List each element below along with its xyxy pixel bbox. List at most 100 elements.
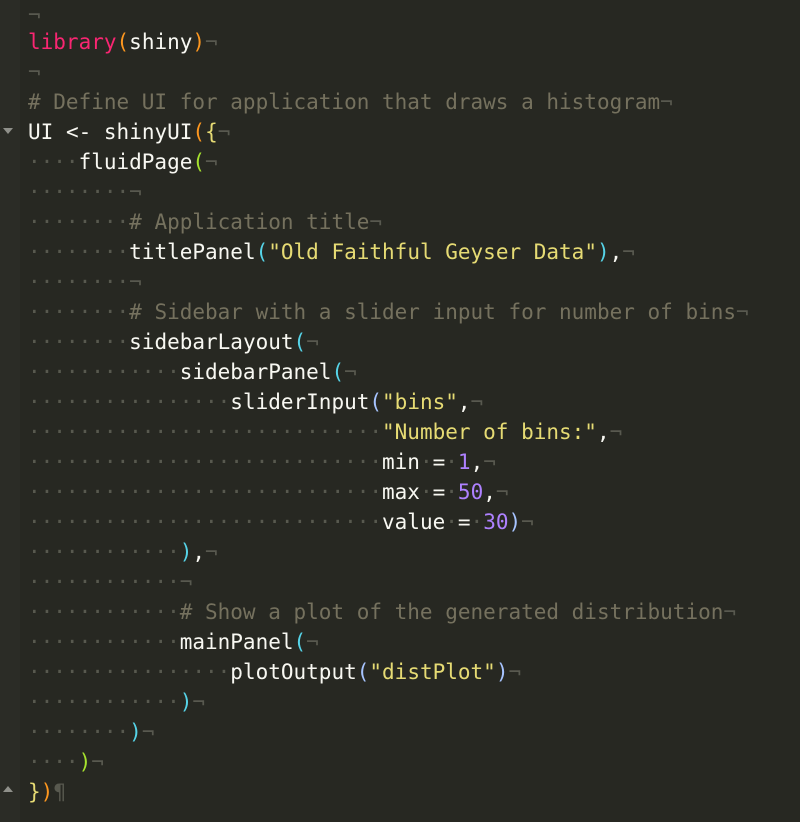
code-line: # Define UI for application that draws a…: [28, 87, 673, 117]
argument-name: max: [382, 480, 420, 504]
code-line: ············¬: [28, 570, 193, 594]
code-line: ········sidebarLayout(¬: [28, 330, 319, 354]
paren: ): [179, 540, 193, 564]
eol-marker: ¬: [660, 90, 673, 114]
code-line: ¬: [28, 0, 41, 30]
code-line: library(shiny)¬: [28, 27, 218, 57]
code-line: UI <- shinyUI({¬: [28, 117, 230, 147]
code-line: ¬: [28, 57, 41, 87]
paren: (: [331, 360, 345, 384]
eol-marker: ¬: [91, 750, 104, 774]
string-literal: "bins": [382, 390, 458, 414]
operator: =: [457, 510, 471, 534]
code-line: ············# Show a plot of the generat…: [28, 600, 737, 624]
comment: # Sidebar with a slider input for number…: [129, 300, 737, 324]
fold-expand-icon[interactable]: [3, 786, 13, 792]
eol-marker: ¬: [495, 480, 509, 504]
code-line: ················sliderInput("bins",¬: [28, 390, 484, 414]
operator: =: [432, 480, 446, 504]
function-name: shinyUI: [103, 120, 193, 144]
code-line: ····························value·=·30)¬: [28, 510, 534, 534]
function-name: library: [28, 30, 117, 54]
brace: {: [205, 120, 218, 144]
eol-marker: ¬: [28, 60, 41, 84]
comma: ,: [457, 390, 471, 414]
paren: (: [255, 240, 269, 264]
argument-name: value: [382, 510, 446, 534]
function-name: sliderInput: [230, 390, 370, 414]
function-name: plotOutput: [230, 660, 357, 684]
eol-marker: ¬: [28, 3, 41, 27]
operator: <-: [65, 120, 92, 144]
identifier: shiny: [129, 30, 193, 54]
eol-marker: ¬: [129, 270, 142, 294]
paren: (: [293, 330, 307, 354]
code-line: ················plotOutput("distPlot")¬: [28, 660, 522, 684]
function-name: mainPanel: [179, 630, 294, 654]
string-literal: "distPlot": [369, 660, 496, 684]
code-line: ········¬: [28, 270, 142, 294]
paren: ): [192, 30, 206, 54]
number-literal: 30: [483, 510, 509, 534]
eol-marker: ¬: [306, 330, 319, 354]
fold-collapse-icon[interactable]: [3, 128, 13, 134]
paren: (: [369, 390, 383, 414]
paren: (: [192, 150, 206, 174]
function-name: sidebarPanel: [179, 360, 332, 384]
comma: ,: [470, 450, 484, 474]
string-literal: "Old Faithful Geyser Data": [268, 240, 597, 264]
code-line: ········titlePanel("Old Faithful Geyser …: [28, 240, 635, 264]
argument-name: min: [382, 450, 420, 474]
eol-marker: ¬: [736, 300, 749, 324]
paren: (: [293, 630, 307, 654]
eol-marker: ¬: [508, 660, 522, 684]
code-line: ········¬: [28, 180, 142, 204]
eol-marker: ¬: [217, 120, 231, 144]
eol-marker: ¬: [521, 510, 534, 534]
operator: =: [432, 450, 446, 474]
paren: ): [129, 720, 142, 744]
code-editor[interactable]: ¬ library(shiny)¬ ¬ # Define UI for appl…: [0, 0, 800, 822]
paren: ): [495, 660, 509, 684]
code-line: ········# Sidebar with a slider input fo…: [28, 300, 749, 324]
paren: (: [116, 30, 130, 54]
number-literal: 1: [457, 450, 471, 474]
code-line: ········# Application title¬: [28, 210, 383, 234]
editor-gutter: [0, 0, 20, 822]
comma: ,: [483, 480, 496, 504]
eol-marker: ¬: [129, 180, 142, 204]
code-line: ········)¬: [28, 720, 155, 744]
eol-marker: ¬: [344, 360, 357, 384]
brace: }: [28, 780, 41, 804]
function-name: sidebarLayout: [129, 330, 294, 354]
comma: ,: [596, 420, 610, 444]
code-line: })¶: [28, 777, 66, 807]
eol-marker: ¬: [205, 540, 218, 564]
comment: # Define UI for application that draws a…: [28, 90, 661, 114]
comment: # Show a plot of the generated distribut…: [179, 600, 724, 624]
eol-marker: ¬: [306, 630, 319, 654]
function-name: fluidPage: [78, 150, 193, 174]
eol-marker: ¬: [369, 210, 383, 234]
comma: ,: [192, 540, 206, 564]
function-name: titlePanel: [129, 240, 256, 264]
paren: ): [596, 240, 610, 264]
eol-marker: ¬: [483, 450, 496, 474]
eol-marker: ¬: [609, 420, 623, 444]
comment: # Application title: [129, 210, 370, 234]
eol-marker: ¬: [205, 150, 218, 174]
code-line: ····························min·=·1,¬: [28, 450, 496, 474]
code-line: ····························"Number of b…: [28, 420, 623, 444]
eol-marker: ¬: [723, 600, 737, 624]
code-line: ····)¬: [28, 750, 104, 774]
paren: (: [192, 120, 206, 144]
code-line: ············),¬: [28, 540, 218, 564]
code-line: ············)¬: [28, 690, 206, 714]
eol-marker: ¬: [192, 690, 206, 714]
string-literal: "Number of bins:": [382, 420, 597, 444]
eof-marker: ¶: [53, 780, 66, 804]
code-line: ············sidebarPanel(¬: [28, 360, 357, 384]
eol-marker: ¬: [622, 240, 635, 264]
code-line: ············mainPanel(¬: [28, 630, 319, 654]
eol-marker: ¬: [470, 390, 484, 414]
